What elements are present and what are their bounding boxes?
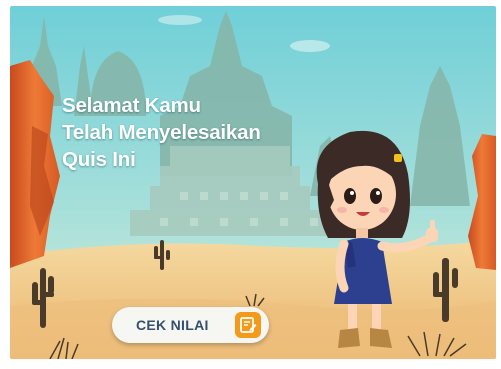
headline-line: Quis Ini — [62, 148, 136, 171]
cek-nilai-label: CEK NILAI — [136, 317, 209, 333]
edit-note-icon — [235, 312, 261, 338]
quiz-result-screen: Selamat Kamu Telah Menyelesaikan Quis In… — [10, 6, 496, 359]
headline-line: Telah Menyelesaikan — [62, 121, 261, 144]
headline-line: Selamat Kamu — [62, 94, 201, 117]
cek-nilai-button[interactable]: CEK NILAI — [112, 307, 269, 343]
temple-desert-background — [10, 6, 496, 359]
completion-message: Selamat Kamu Telah Menyelesaikan Quis In… — [62, 92, 322, 173]
